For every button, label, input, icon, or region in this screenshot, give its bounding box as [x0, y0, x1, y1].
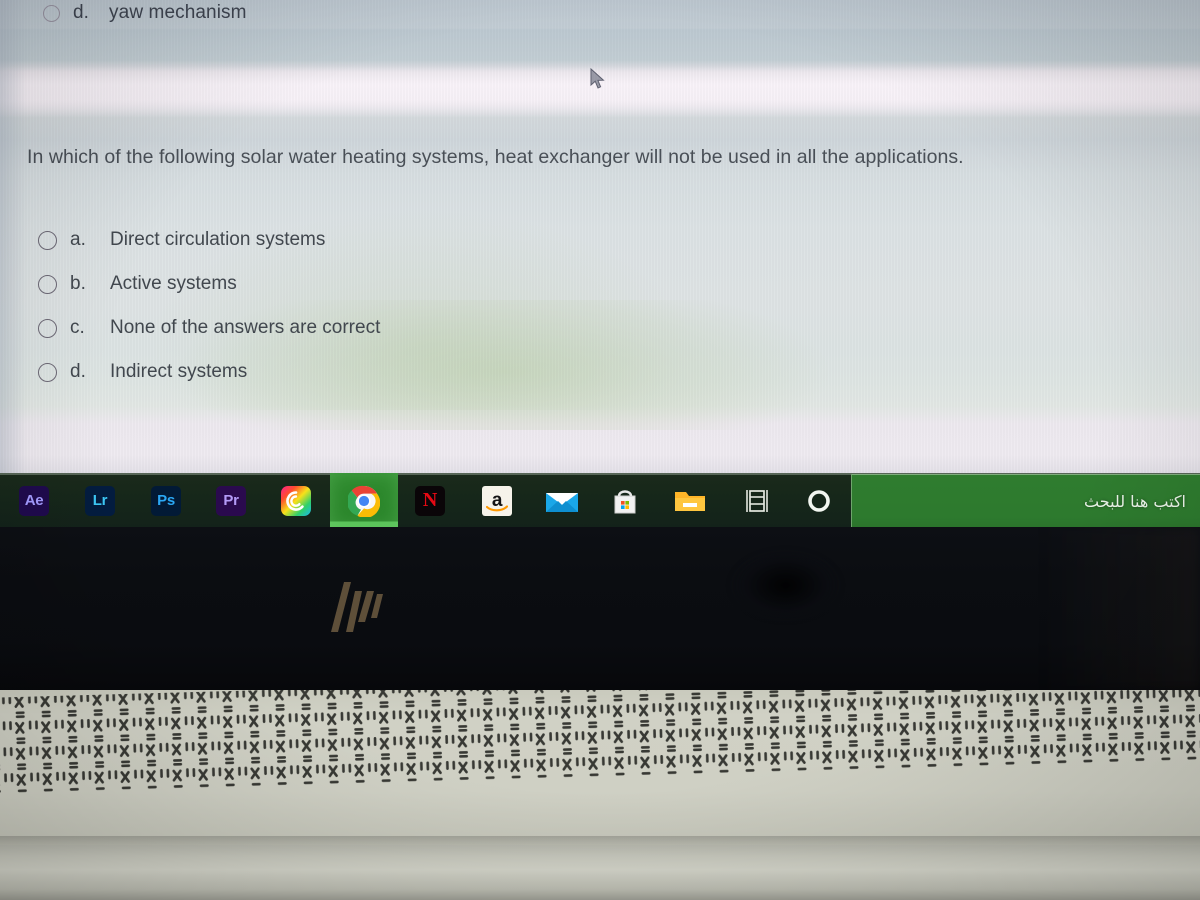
- microsoft-store-icon: [614, 489, 636, 513]
- adobe-after-effects-icon: Ae: [19, 485, 49, 516]
- bezel-reflection: [700, 537, 890, 652]
- option-letter: a.: [70, 229, 86, 250]
- taskbar-item-photoshop[interactable]: Ps: [132, 473, 200, 528]
- option-label: Direct circulation systems: [110, 229, 326, 250]
- search-input-placeholder: اكتب هنا للبحث: [1084, 491, 1186, 511]
- taskbar-item-mail[interactable]: [528, 473, 596, 528]
- speaker-grille: [0, 690, 1200, 794]
- mouse-pointer-icon: [590, 68, 605, 89]
- taskbar-item-cortana[interactable]: [785, 473, 853, 528]
- option-letter: d.: [73, 2, 90, 23]
- option-letter: d.: [70, 361, 86, 382]
- radio-unselected-icon[interactable]: [38, 362, 57, 382]
- netflix-icon: N: [415, 485, 445, 516]
- radio-unselected-icon[interactable]: [38, 318, 57, 338]
- screen-glare-left: [0, 0, 26, 474]
- option-letter: c.: [70, 317, 85, 338]
- laptop-bezel: [0, 527, 1200, 690]
- answer-options-list: a. Direct circulation systems b. Active …: [38, 218, 380, 394]
- adobe-photoshop-icon: Ps: [151, 485, 181, 516]
- answer-option-c[interactable]: c. None of the answers are correct: [38, 306, 380, 350]
- radio-unselected-icon[interactable]: [43, 4, 60, 22]
- laptop-front-edge: [0, 845, 1200, 900]
- option-label: None of the answers are correct: [110, 317, 381, 338]
- taskbar-item-google-chrome[interactable]: [330, 473, 398, 528]
- amazon-icon: a: [482, 485, 512, 516]
- file-explorer-folder-icon: [675, 491, 705, 511]
- adobe-lightroom-icon: Lr: [85, 485, 115, 516]
- taskbar-item-file-explorer[interactable]: [656, 473, 724, 528]
- question-stem: In which of the following solar water he…: [27, 146, 964, 168]
- film-strip-icon: [746, 489, 768, 512]
- adobe-creative-cloud-icon: [281, 485, 311, 516]
- option-label: Indirect systems: [110, 361, 248, 382]
- radio-unselected-icon[interactable]: [38, 274, 57, 294]
- taskbar-item-after-effects[interactable]: Ae: [0, 473, 68, 528]
- answer-option-b[interactable]: b. Active systems: [38, 262, 380, 306]
- answer-option-a[interactable]: a. Direct circulation systems: [38, 218, 380, 262]
- taskbar-item-amazon[interactable]: a: [463, 473, 531, 528]
- option-letter: b.: [70, 273, 86, 294]
- taskbar-item-creative-cloud[interactable]: [262, 473, 330, 528]
- bezel-reflection-right: [1040, 527, 1200, 690]
- google-chrome-icon: [348, 485, 380, 517]
- taskbar-item-media-player[interactable]: [723, 473, 791, 528]
- taskbar-search-box[interactable]: اكتب هنا للبحث: [851, 474, 1200, 527]
- amazon-smile-icon: [486, 504, 508, 511]
- adobe-premiere-pro-icon: Pr: [216, 485, 246, 516]
- photo-of-laptop-screen: d. yaw mechanism In which of the followi…: [0, 0, 1200, 900]
- taskbar-item-netflix[interactable]: N: [396, 473, 464, 528]
- option-label: yaw mechanism: [109, 2, 247, 23]
- hp-logo: [331, 582, 383, 632]
- mail-envelope-icon: [546, 492, 578, 512]
- laptop-display: d. yaw mechanism In which of the followi…: [0, 0, 1200, 474]
- previous-question-option[interactable]: d. yaw mechanism: [43, 2, 247, 24]
- answer-option-d[interactable]: d. Indirect systems: [38, 350, 380, 394]
- cortana-ring-icon: [808, 489, 830, 512]
- option-label: Active systems: [110, 273, 237, 294]
- taskbar-item-microsoft-store[interactable]: [591, 473, 659, 528]
- radio-unselected-icon[interactable]: [38, 230, 57, 250]
- taskbar-item-premiere-pro[interactable]: Pr: [197, 473, 265, 528]
- taskbar-item-lightroom[interactable]: Lr: [66, 473, 134, 528]
